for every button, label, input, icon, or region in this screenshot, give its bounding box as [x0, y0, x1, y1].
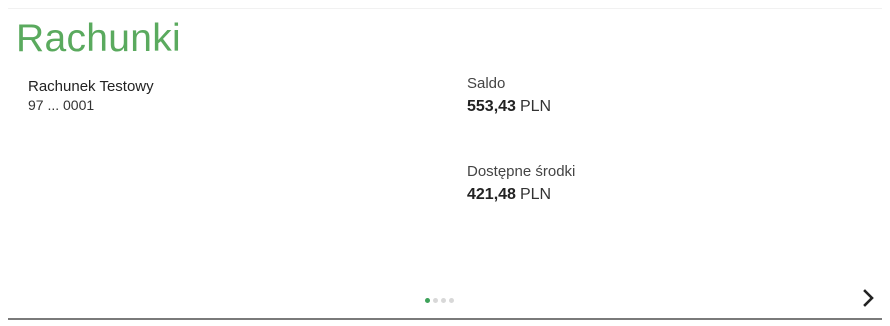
pager-dot[interactable] [449, 298, 454, 303]
account-name[interactable]: Rachunek Testowy [28, 78, 154, 96]
available-funds-label: Dostępne środki [467, 163, 576, 180]
available-funds-amount: 421,48 [467, 186, 516, 203]
balance-block: Saldo 553,43 PLN [467, 74, 551, 117]
account-info[interactable]: Rachunek Testowy 97 ... 0001 [28, 78, 154, 114]
next-account-button[interactable] [860, 287, 878, 309]
pager-dot[interactable] [441, 298, 446, 303]
available-funds-currency: PLN [519, 186, 552, 203]
balance-label: Saldo [467, 75, 506, 92]
account-number: 97 ... 0001 [28, 97, 95, 113]
balance-amount: 553,43 [467, 98, 516, 115]
balance-currency: PLN [519, 98, 552, 115]
accounts-widget: Rachunki Rachunek Testowy 97 ... 0001 Sa… [8, 8, 882, 320]
chevron-right-icon [863, 289, 874, 307]
available-funds-value: 421,48 PLN [467, 185, 575, 205]
available-funds-block: Dostępne środki 421,48 PLN [467, 162, 575, 205]
card-bottom-border [8, 318, 882, 320]
balance-value: 553,43 PLN [467, 97, 551, 117]
pager-dot[interactable] [433, 298, 438, 303]
carousel-pager [425, 298, 454, 303]
pager-dot[interactable] [425, 298, 430, 303]
widget-title: Rachunki [16, 17, 181, 60]
